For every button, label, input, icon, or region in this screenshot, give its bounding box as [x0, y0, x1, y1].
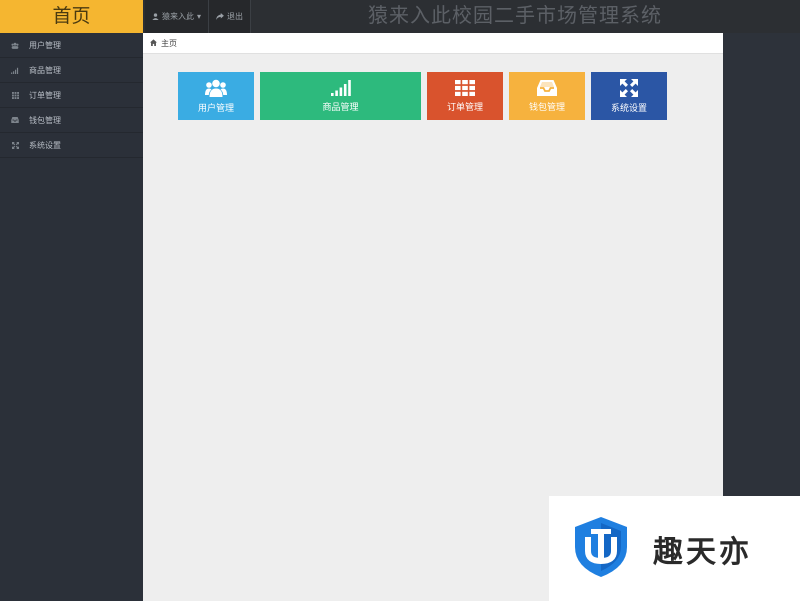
tile-label: 商品管理 [322, 102, 359, 113]
sidebar-item-users[interactable]: 用户管理 [0, 33, 143, 58]
tile-label: 钱包管理 [528, 102, 565, 113]
tile-goods-management[interactable]: 商品管理 [260, 72, 421, 120]
sidebar-item-orders[interactable]: 订单管理 [0, 83, 143, 108]
shield-logo-icon [569, 515, 633, 583]
quick-tiles: 用户管理 商品管理 订单管理 钱包管理 系统设置 [178, 72, 667, 120]
signal-icon [330, 79, 351, 96]
tile-label: 用户管理 [197, 103, 234, 114]
sidebar-item-label: 系统设置 [29, 140, 61, 150]
watermark: 趣天亦 [549, 496, 800, 601]
expand-icon [620, 78, 638, 97]
tile-order-management[interactable]: 订单管理 [427, 72, 503, 120]
watermark-text: 趣天亦 [653, 534, 752, 570]
inbox-icon [537, 79, 557, 96]
signal-icon [11, 66, 19, 74]
sidebar: 用户管理 商品管理 订单管理 钱包管理 系统设置 [0, 33, 143, 601]
tile-label: 订单管理 [446, 102, 483, 113]
sidebar-item-label: 订单管理 [29, 90, 61, 100]
sidebar-item-wallet[interactable]: 钱包管理 [0, 108, 143, 133]
system-title: 猿来入此校园二手市场管理系统 [368, 3, 662, 27]
top-nav: 猿来入此 ▾ 退出 [145, 0, 252, 33]
users-icon [205, 79, 227, 97]
breadcrumb-home-link[interactable]: 主页 [161, 38, 177, 49]
brand-home[interactable]: 首页 [0, 0, 143, 33]
user-menu-label: 猿来入此 [162, 12, 194, 21]
sidebar-item-label: 钱包管理 [29, 115, 61, 125]
sidebar-item-settings[interactable]: 系统设置 [0, 133, 143, 158]
logout-label: 退出 [227, 12, 244, 21]
sidebar-item-label: 用户管理 [29, 40, 61, 50]
share-icon [216, 13, 224, 20]
expand-icon [11, 141, 19, 149]
tile-user-management[interactable]: 用户管理 [178, 72, 254, 120]
user-menu-button[interactable]: 猿来入此 ▾ [145, 0, 210, 33]
inbox-icon [11, 116, 19, 124]
home-icon [150, 38, 157, 48]
tile-label: 系统设置 [610, 103, 647, 114]
breadcrumb: 主页 [143, 33, 723, 54]
grid-icon [11, 91, 19, 99]
logout-button[interactable]: 退出 [209, 0, 252, 33]
grid-icon [455, 79, 475, 96]
tile-system-settings[interactable]: 系统设置 [591, 72, 667, 120]
user-icon [152, 13, 159, 20]
sidebar-item-goods[interactable]: 商品管理 [0, 58, 143, 83]
chevron-down-icon: ▾ [197, 12, 202, 21]
top-bar: 首页 猿来入此 ▾ 退出 猿来入此校园二手市场管理系统 [0, 0, 800, 33]
tile-wallet-management[interactable]: 钱包管理 [509, 72, 585, 120]
sidebar-item-label: 商品管理 [29, 65, 61, 75]
users-icon [11, 41, 19, 49]
